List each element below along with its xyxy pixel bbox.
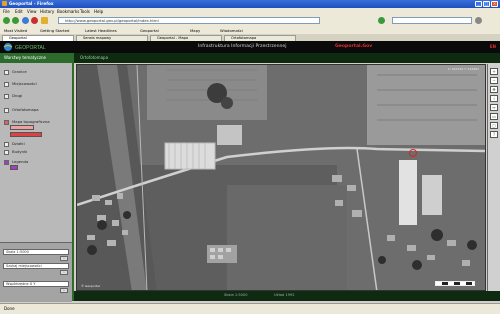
bookmark-item[interactable]: Geoportal [140, 28, 159, 33]
search-icon[interactable] [475, 17, 482, 24]
logo-text: GEOPORTAL [15, 45, 46, 51]
checkbox-icon[interactable] [4, 149, 9, 155]
map-copyright: © Geoportal [81, 284, 100, 288]
site-brand: Geoportal.Gov [335, 44, 373, 49]
scale-field[interactable]: Skala 1:5000 [3, 249, 69, 255]
search-input[interactable] [392, 17, 472, 24]
home-icon[interactable] [41, 17, 48, 24]
checkbox-icon[interactable] [4, 69, 9, 75]
reload-icon[interactable] [22, 17, 29, 24]
map-tools: + − ✥ i ↔ ▭ ◻ ? [487, 64, 500, 291]
tools-panel: Skala 1:5000 › Szukaj miejscowości › Wsp… [0, 242, 72, 302]
legend-swatch [10, 132, 42, 137]
layer-item[interactable]: Legenda [4, 159, 28, 165]
menu-tools[interactable]: Tools [80, 9, 90, 14]
geoportal-logo[interactable]: GEOPORTAL [2, 42, 62, 52]
info-icon[interactable]: i [490, 95, 498, 102]
window-title: Geoportal - Firefox [9, 1, 54, 6]
browser-tab-bar: Geoportal Serwis mapowy Geoportal - Mapa… [0, 34, 500, 41]
layer-item[interactable]: Miejscowości [4, 81, 37, 87]
layer-item[interactable]: Działki [4, 141, 25, 147]
bookmark-item[interactable]: Wiadomości [220, 28, 243, 33]
map-coordinates: X: 507234 Y: 312981 [447, 67, 479, 71]
layer-item[interactable]: Drogi [4, 93, 22, 99]
map-crs-label: Układ 1992 [274, 293, 295, 297]
pan-icon[interactable]: ✥ [490, 86, 498, 93]
checkbox-icon[interactable] [4, 107, 9, 113]
close-button[interactable]: × [491, 1, 498, 7]
window-title-bar: Geoportal - Firefox _ □ × [0, 0, 500, 8]
maximize-button[interactable]: □ [483, 1, 490, 7]
go-to-button[interactable]: › [60, 288, 68, 293]
browser-status-bar: Done [0, 303, 500, 314]
map-tab-strip: Ortofotomapa [74, 53, 500, 63]
layer-item[interactable]: Ortofotomapa [4, 107, 39, 113]
layer-item[interactable]: Mapa topograficzna [4, 119, 50, 125]
menu-history[interactable]: History [40, 9, 54, 14]
layers-panel: Warstwy tematyczne Granice Miejscowości … [0, 53, 74, 302]
layer-item[interactable]: Granice [4, 69, 27, 75]
checkbox-icon[interactable] [4, 119, 9, 125]
bookmark-item[interactable]: Most Visited [4, 28, 27, 33]
zoom-out-icon[interactable]: − [490, 77, 498, 84]
search-button[interactable]: › [60, 270, 68, 275]
panel-title: Warstwy tematyczne [0, 53, 72, 63]
zoom-in-icon[interactable]: + [490, 68, 498, 75]
bookmark-item[interactable]: Mapy [190, 28, 200, 33]
menu-file[interactable]: File [3, 9, 10, 14]
status-text: Done [4, 306, 15, 311]
map-tab-label[interactable]: Ortofotomapa [80, 55, 108, 60]
place-search-field[interactable]: Szukaj miejscowości [3, 263, 69, 269]
minimize-button[interactable]: _ [475, 1, 482, 7]
apply-button[interactable]: › [60, 256, 68, 261]
checkbox-icon[interactable] [4, 81, 9, 87]
layer-item[interactable]: Budynki [4, 149, 27, 155]
menu-view[interactable]: View [27, 9, 37, 14]
legend-swatch [10, 125, 34, 130]
checkbox-icon[interactable] [4, 93, 9, 99]
bookmark-item[interactable]: Getting Started [40, 28, 69, 33]
firefox-icon [2, 1, 7, 6]
legend-swatch [10, 165, 18, 170]
menu-edit[interactable]: Edit [15, 9, 23, 14]
map-scale-label: Skala 1:5000 [224, 293, 248, 297]
help-icon[interactable]: ? [490, 131, 498, 138]
checkbox-icon[interactable] [4, 141, 9, 147]
stop-icon[interactable] [31, 17, 38, 24]
menu-bookmarks[interactable]: Bookmarks [57, 9, 79, 14]
print-icon[interactable]: ▭ [490, 113, 498, 120]
language-link[interactable]: EN [490, 44, 496, 49]
orthophoto-map[interactable] [77, 65, 486, 291]
scale-bar [435, 281, 475, 286]
map-status-strip: Skala 1:5000 Układ 1992 [74, 291, 500, 301]
measure-icon[interactable]: ↔ [490, 104, 498, 111]
full-extent-icon[interactable]: ◻ [490, 122, 498, 129]
go-icon[interactable] [378, 17, 385, 24]
menu-help[interactable]: Help [94, 9, 103, 14]
site-title: Infrastruktura Informacji Przestrzennej [198, 44, 287, 49]
site-header: GEOPORTAL Infrastruktura Informacji Prze… [0, 41, 500, 53]
address-bar[interactable]: http://www.geoportal.gov.pl/geoportal/in… [58, 17, 320, 24]
back-icon[interactable] [3, 17, 10, 24]
map-view[interactable]: X: 507234 Y: 312981 © Geoportal [76, 64, 486, 291]
bookmark-item[interactable]: Latest Headlines [85, 28, 117, 33]
location-marker[interactable] [409, 149, 417, 157]
coordinates-field[interactable]: Współrzędne X Y [3, 281, 69, 287]
checkbox-icon[interactable] [4, 159, 9, 165]
forward-icon[interactable] [12, 17, 19, 24]
